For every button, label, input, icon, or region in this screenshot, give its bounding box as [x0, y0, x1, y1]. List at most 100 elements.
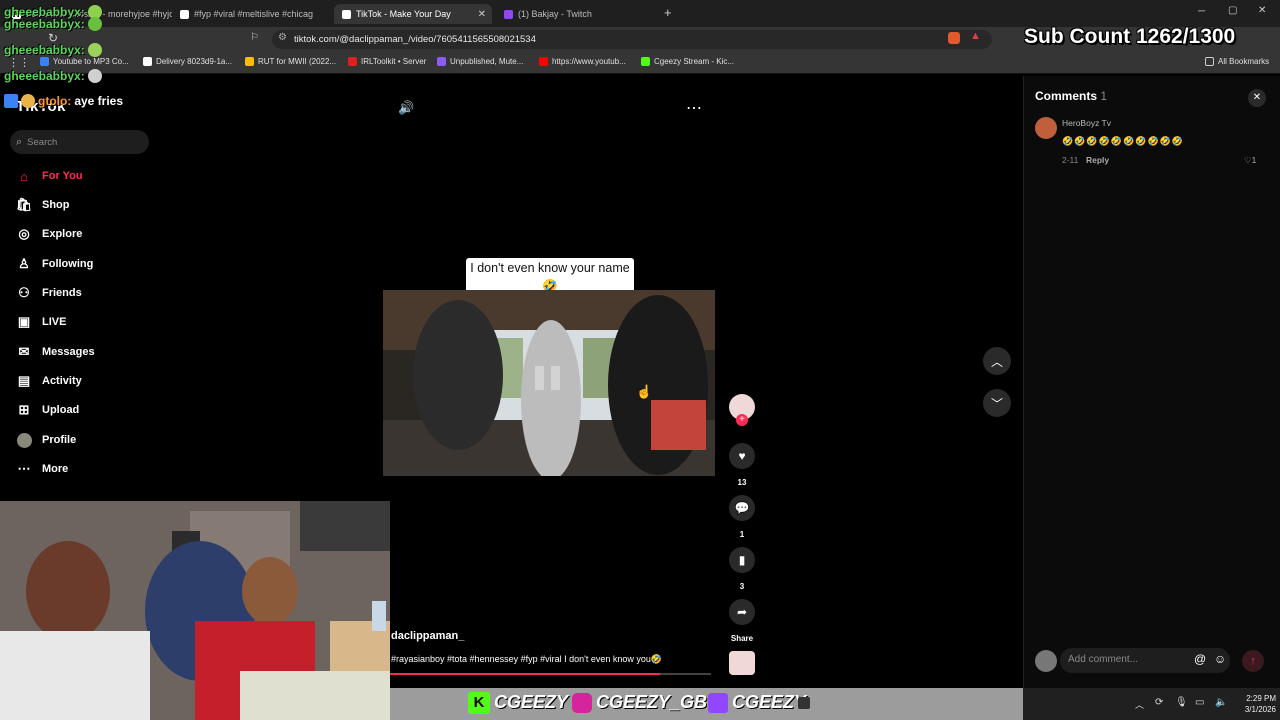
nav-messages[interactable]: ✉ Messages: [16, 344, 95, 360]
display-icon[interactable]: ▭: [1195, 697, 1204, 708]
drive-icon: [245, 57, 254, 66]
webcam-feed: [0, 501, 390, 720]
nav-friends[interactable]: ⚇ Friends: [16, 285, 82, 301]
emote-icon: [21, 94, 35, 108]
compass-icon: ◎: [18, 226, 30, 241]
commenter-avatar[interactable]: [1035, 117, 1057, 139]
bookmark-item[interactable]: https://www.youtub...: [539, 57, 626, 66]
tiktok-icon: [342, 9, 351, 19]
url-field[interactable]: ⚙ tiktok.com/@daclippaman_/video/7605411…: [272, 30, 992, 49]
bookmark-item[interactable]: Unpublished, Mute...: [437, 57, 523, 66]
windows-taskbar: ︿ ⟳ 🎙 ▭ 🔈 2:29 PM 3/1/2026: [1023, 688, 1280, 720]
progress-fill: [390, 673, 660, 675]
mention-icon[interactable]: @: [1194, 652, 1206, 666]
kick-icon: [641, 57, 650, 66]
mouse-cursor-icon: ☝: [636, 384, 653, 399]
nav-profile[interactable]: Profile: [16, 432, 76, 448]
bookmark-item[interactable]: RUT for MWII (2022...: [245, 57, 336, 66]
bookmark-item[interactable]: Cgeezy Stream - Kic...: [641, 57, 734, 66]
shop-icon: 🛍: [15, 197, 33, 212]
webcam-frame: [0, 501, 390, 720]
new-tab-button[interactable]: +: [664, 5, 672, 20]
network-icon[interactable]: ⟳: [1155, 697, 1163, 708]
emote-icon: [87, 17, 102, 31]
nav-live[interactable]: ▣ LIVE: [16, 314, 67, 330]
share-button[interactable]: ➦ Share: [728, 599, 756, 643]
profile-icon: [16, 432, 32, 448]
comment-like-button[interactable]: ♡1: [1244, 155, 1256, 166]
microphone-icon[interactable]: 🎙: [1175, 697, 1188, 708]
nav-upload[interactable]: ⊞ Upload: [16, 402, 80, 418]
bookmarks-bar: ⋮⋮ Youtube to MP3 Co... Delivery 8023d9-…: [0, 52, 1280, 74]
all-bookmarks-button[interactable]: All Bookmarks: [1205, 57, 1269, 66]
next-video-button[interactable]: ﹀: [983, 389, 1011, 417]
tiktok-icon: [180, 9, 189, 19]
apps-icon[interactable]: ⋮⋮: [8, 56, 30, 69]
site-info-icon[interactable]: ⚙: [278, 32, 287, 43]
delivery-icon: [143, 57, 152, 66]
chat-message: gheeebabbyx:: [4, 43, 102, 57]
instagram-icon: [572, 693, 592, 713]
sub-count-overlay: Sub Count 1262/1300: [1024, 25, 1236, 48]
chat-message: gtolo: aye fries: [4, 94, 123, 108]
tray-chevron-icon[interactable]: ︿: [1135, 698, 1144, 711]
nav-shop[interactable]: 🛍 Shop: [16, 197, 70, 213]
emote-icon: [87, 43, 102, 57]
minimize-button[interactable]: ─: [1198, 6, 1205, 17]
brave-rewards-icon[interactable]: ▲: [970, 30, 981, 42]
like-button[interactable]: ♥ 13: [728, 443, 756, 487]
tab-tiktok[interactable]: TikTok - Make Your Day ✕: [334, 4, 492, 24]
nav-following[interactable]: ♙ Following: [16, 256, 93, 272]
twitch-handle: CGEEZY: [732, 692, 807, 712]
brave-shield-icon[interactable]: [948, 32, 960, 44]
bookmark-item[interactable]: Delivery 8023d9-1a...: [143, 57, 232, 66]
previous-video-button[interactable]: ︿: [983, 347, 1011, 375]
video-player[interactable]: [383, 290, 715, 476]
tab-twitch[interactable]: (1) Bakjay - Twitch: [496, 4, 660, 24]
kick-handle: CGEEZY: [494, 692, 569, 712]
bookmark-icon: ▮: [729, 547, 755, 573]
nav-activity[interactable]: ▤ Activity: [16, 373, 82, 389]
close-comments-button[interactable]: ✕: [1248, 89, 1266, 107]
follow-plus-icon[interactable]: +: [736, 414, 748, 426]
chat-message: gheeebabbyx:: [4, 17, 102, 31]
messages-icon: ✉: [18, 344, 30, 359]
emote-icon: [87, 69, 102, 83]
kick-icon: K: [468, 692, 490, 714]
x-icon: [798, 697, 810, 709]
bookmark-item[interactable]: Youtube to MP3 Co...: [40, 57, 129, 66]
live-icon: ▣: [17, 314, 31, 329]
video-author[interactable]: daclippaman_: [391, 630, 464, 642]
maximize-button[interactable]: ▢: [1228, 5, 1237, 16]
chevron-down-icon: ﹀: [990, 396, 1003, 411]
post-comment-button[interactable]: ↑: [1242, 650, 1264, 672]
more-options-icon[interactable]: ⋯: [686, 98, 702, 118]
reply-button[interactable]: Reply: [1086, 155, 1109, 165]
bookmark-icon[interactable]: ⚐: [250, 32, 259, 43]
irltoolkit-icon: [348, 57, 357, 66]
nav-explore[interactable]: ◎ Explore: [16, 226, 82, 242]
comment-icon: 💬: [729, 495, 755, 521]
youtube-icon: [539, 57, 548, 66]
nav-for-you[interactable]: ⌂ For You: [16, 168, 82, 184]
video-progress-bar[interactable]: [390, 673, 711, 675]
close-tab-icon[interactable]: ✕: [478, 9, 486, 20]
window-close-button[interactable]: ✕: [1258, 5, 1266, 16]
volume-icon[interactable]: 🔊: [398, 100, 414, 116]
comment-date: 2-11: [1062, 155, 1079, 165]
search-input[interactable]: ⌕ Search: [10, 130, 149, 154]
author-avatar-button[interactable]: +: [728, 394, 756, 426]
nav-more[interactable]: ⋯ More: [16, 461, 69, 477]
browser-tab-bar: Full studio session - morehyjoe #hyjo #f…: [0, 0, 1280, 27]
following-icon: ♙: [18, 256, 30, 271]
save-button[interactable]: ▮ 3: [728, 547, 756, 591]
music-disc-icon[interactable]: [729, 651, 755, 675]
system-clock[interactable]: 2:29 PM 3/1/2026: [1228, 693, 1276, 715]
speaker-icon[interactable]: 🔈: [1215, 697, 1227, 708]
bookmark-item[interactable]: IRLToolkit • Server: [348, 57, 426, 66]
youtube-mp3-icon: [40, 57, 49, 66]
emoji-icon[interactable]: ☺: [1214, 652, 1226, 666]
comment-button[interactable]: 💬 1: [728, 495, 756, 539]
comment-username[interactable]: HeroBoyz Tv: [1062, 118, 1111, 128]
tab-fyp-viral[interactable]: #fyp #viral #meltislive #chicag: [172, 4, 334, 24]
